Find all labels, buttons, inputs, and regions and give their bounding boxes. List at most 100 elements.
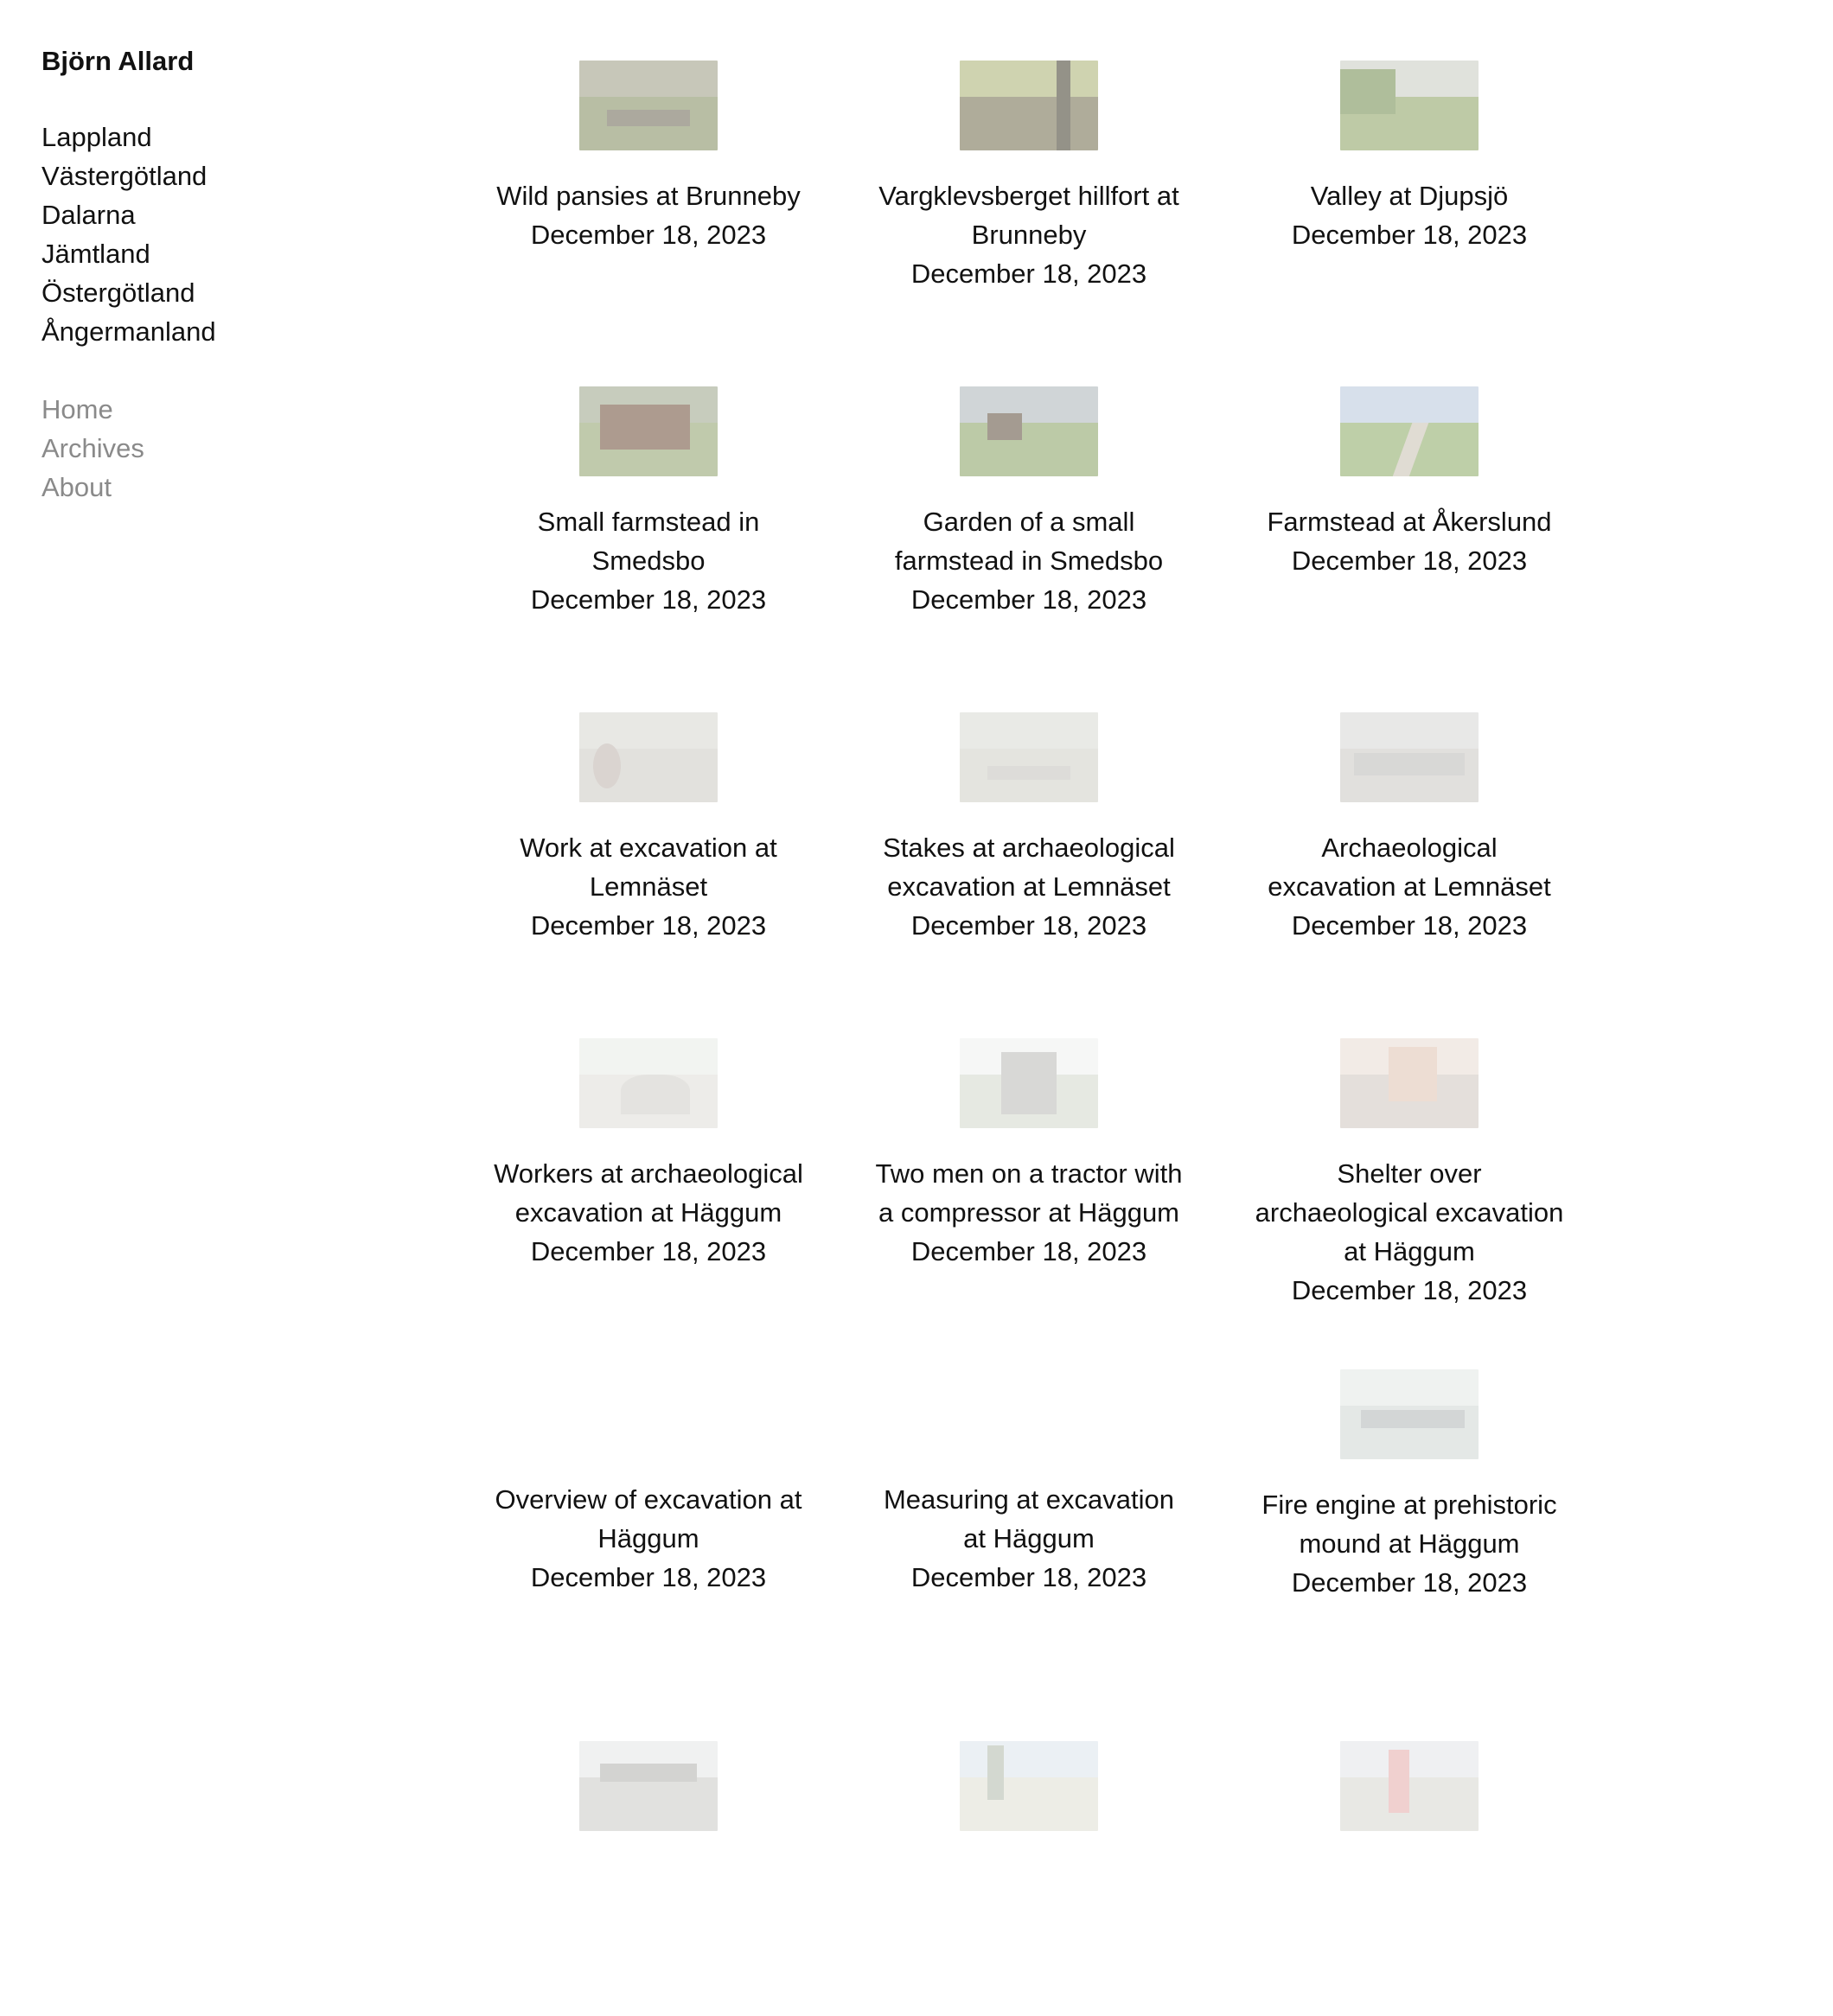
post-title[interactable]: Archaeological excavation at Lemnäset: [1254, 828, 1565, 906]
thumbnail-feature: [600, 1764, 697, 1782]
post-caption: Farmstead at Åkerslund December 18, 2023: [1254, 502, 1565, 580]
post-title[interactable]: Workers at archaeological excavation at …: [493, 1154, 804, 1232]
post-date: December 18, 2023: [1291, 220, 1528, 250]
thumbnail-sky: [579, 1038, 718, 1079]
post-card[interactable]: Vargklevsberget hillfort at Brunneby Dec…: [839, 61, 1219, 386]
post-card[interactable]: [839, 1690, 1219, 2016]
region-link-ostergotland[interactable]: Östergötland: [42, 273, 405, 312]
post-caption: Shelter over archaeological excavation a…: [1254, 1154, 1565, 1310]
post-card[interactable]: Fire engine at prehistoric mound at Hägg…: [1219, 1364, 1600, 1690]
post-date: December 18, 2023: [910, 910, 1147, 941]
post-caption: Measuring at excavation at Häggum Decemb…: [873, 1480, 1185, 1597]
post-card[interactable]: Valley at Djupsjö December 18, 2023: [1219, 61, 1600, 386]
thumbnail-feature: [621, 1074, 690, 1115]
post-title[interactable]: Small farmstead in Smedsbo: [493, 502, 804, 580]
post-thumbnail[interactable]: [1340, 1741, 1479, 1831]
post-card[interactable]: Two men on a tractor with a compressor a…: [839, 1038, 1219, 1364]
post-title[interactable]: Vargklevsberget hillfort at Brunneby: [873, 176, 1185, 254]
post-thumbnail[interactable]: [579, 1038, 718, 1128]
thumbnail-ground: [579, 1400, 718, 1454]
thumbnail-sky: [1340, 712, 1479, 753]
thumbnail-feature: [987, 766, 1070, 780]
post-date: December 18, 2023: [910, 258, 1147, 289]
post-title[interactable]: Measuring at excavation at Häggum: [873, 1480, 1185, 1558]
thumbnail-feature: [593, 743, 621, 789]
post-date: December 18, 2023: [910, 584, 1147, 615]
nav-link-home[interactable]: Home: [42, 390, 405, 429]
thumbnail-feature: [1057, 61, 1070, 150]
post-card[interactable]: [458, 1690, 839, 2016]
post-card[interactable]: Measuring at excavation at Häggum Decemb…: [839, 1364, 1219, 1690]
region-link-dalarna[interactable]: Dalarna: [42, 195, 405, 234]
post-card[interactable]: Archaeological excavation at Lemnäset De…: [1219, 712, 1600, 1038]
nav-link-archives[interactable]: Archives: [42, 429, 405, 468]
post-caption: Stakes at archaeological excavation at L…: [873, 828, 1185, 945]
thumbnail-ground: [960, 96, 1098, 150]
thumbnail-ground: [1340, 1777, 1479, 1831]
post-caption: Valley at Djupsjö December 18, 2023: [1254, 176, 1565, 254]
thumbnail-feature: [1389, 1047, 1437, 1101]
region-link-vastergotland[interactable]: Västergötland: [42, 156, 405, 195]
post-thumbnail[interactable]: [960, 1741, 1098, 1831]
post-card[interactable]: Small farmstead in Smedsbo December 18, …: [458, 386, 839, 712]
post-title[interactable]: Farmstead at Åkerslund: [1254, 502, 1565, 541]
post-caption: Workers at archaeological excavation at …: [493, 1154, 804, 1271]
post-thumbnail[interactable]: [1340, 712, 1479, 802]
main-nav: Home Archives About: [42, 390, 405, 507]
region-link-jamtland[interactable]: Jämtland: [42, 234, 405, 273]
thumbnail-sky: [1340, 1369, 1479, 1410]
post-caption: Fire engine at prehistoric mound at Hägg…: [1254, 1485, 1565, 1602]
thumbnail-sky: [1340, 1741, 1479, 1782]
thumbnail-feature: [1361, 1409, 1465, 1428]
post-title[interactable]: Overview of excavation at Häggum: [493, 1480, 804, 1558]
post-thumbnail[interactable]: [960, 61, 1098, 150]
sidebar: Björn Allard Lappland Västergötland Dala…: [42, 41, 405, 507]
post-title[interactable]: Fire engine at prehistoric mound at Hägg…: [1254, 1485, 1565, 1563]
post-date: December 18, 2023: [530, 584, 767, 615]
post-card[interactable]: Shelter over archaeological excavation a…: [1219, 1038, 1600, 1364]
post-thumbnail[interactable]: [960, 386, 1098, 476]
post-date: December 18, 2023: [1291, 1567, 1528, 1598]
region-list: Lappland Västergötland Dalarna Jämtland …: [42, 118, 405, 351]
post-thumbnail[interactable]: [1340, 61, 1479, 150]
post-card[interactable]: Workers at archaeological excavation at …: [458, 1038, 839, 1364]
region-link-lappland[interactable]: Lappland: [42, 118, 405, 156]
post-thumbnail[interactable]: [579, 1741, 718, 1831]
thumbnail-feature: [987, 413, 1022, 441]
post-card[interactable]: Stakes at archaeological excavation at L…: [839, 712, 1219, 1038]
thumbnail-sky: [960, 1741, 1098, 1782]
post-thumbnail[interactable]: [579, 61, 718, 150]
post-title[interactable]: Work at excavation at Lemnäset: [493, 828, 804, 906]
post-title[interactable]: Wild pansies at Brunneby: [493, 176, 804, 215]
post-date: December 18, 2023: [530, 220, 767, 250]
post-card[interactable]: [1219, 1690, 1600, 2016]
post-card[interactable]: Work at excavation at Lemnäset December …: [458, 712, 839, 1038]
post-card[interactable]: Garden of a small farmstead in Smedsbo D…: [839, 386, 1219, 712]
post-title[interactable]: Garden of a small farmstead in Smedsbo: [873, 502, 1185, 580]
post-card[interactable]: Overview of excavation at Häggum Decembe…: [458, 1364, 839, 1690]
post-card[interactable]: Farmstead at Åkerslund December 18, 2023: [1219, 386, 1600, 712]
post-thumbnail[interactable]: [1340, 386, 1479, 476]
post-caption: Vargklevsberget hillfort at Brunneby Dec…: [873, 176, 1185, 293]
thumbnail-feature: [600, 404, 690, 450]
post-thumbnail[interactable]: [1340, 1038, 1479, 1128]
post-title[interactable]: Stakes at archaeological excavation at L…: [873, 828, 1185, 906]
post-caption: Garden of a small farmstead in Smedsbo D…: [873, 502, 1185, 619]
site-title[interactable]: Björn Allard: [42, 41, 405, 81]
post-thumbnail[interactable]: [960, 1038, 1098, 1128]
region-link-angermanland[interactable]: Ångermanland: [42, 312, 405, 351]
post-title[interactable]: Shelter over archaeological excavation a…: [1254, 1154, 1565, 1271]
post-thumbnail[interactable]: [960, 712, 1098, 802]
thumbnail-sky: [960, 1364, 1098, 1405]
post-thumbnail[interactable]: [579, 712, 718, 802]
post-title[interactable]: Two men on a tractor with a compressor a…: [873, 1154, 1185, 1232]
post-title[interactable]: Valley at Djupsjö: [1254, 176, 1565, 215]
post-card[interactable]: Wild pansies at Brunneby December 18, 20…: [458, 61, 839, 386]
nav-link-about[interactable]: About: [42, 468, 405, 507]
thumbnail-sky: [579, 1364, 718, 1405]
post-date: December 18, 2023: [530, 910, 767, 941]
post-date: December 18, 2023: [910, 1562, 1147, 1592]
post-date: December 18, 2023: [530, 1236, 767, 1266]
post-thumbnail[interactable]: [579, 386, 718, 476]
post-thumbnail[interactable]: [1340, 1369, 1479, 1459]
